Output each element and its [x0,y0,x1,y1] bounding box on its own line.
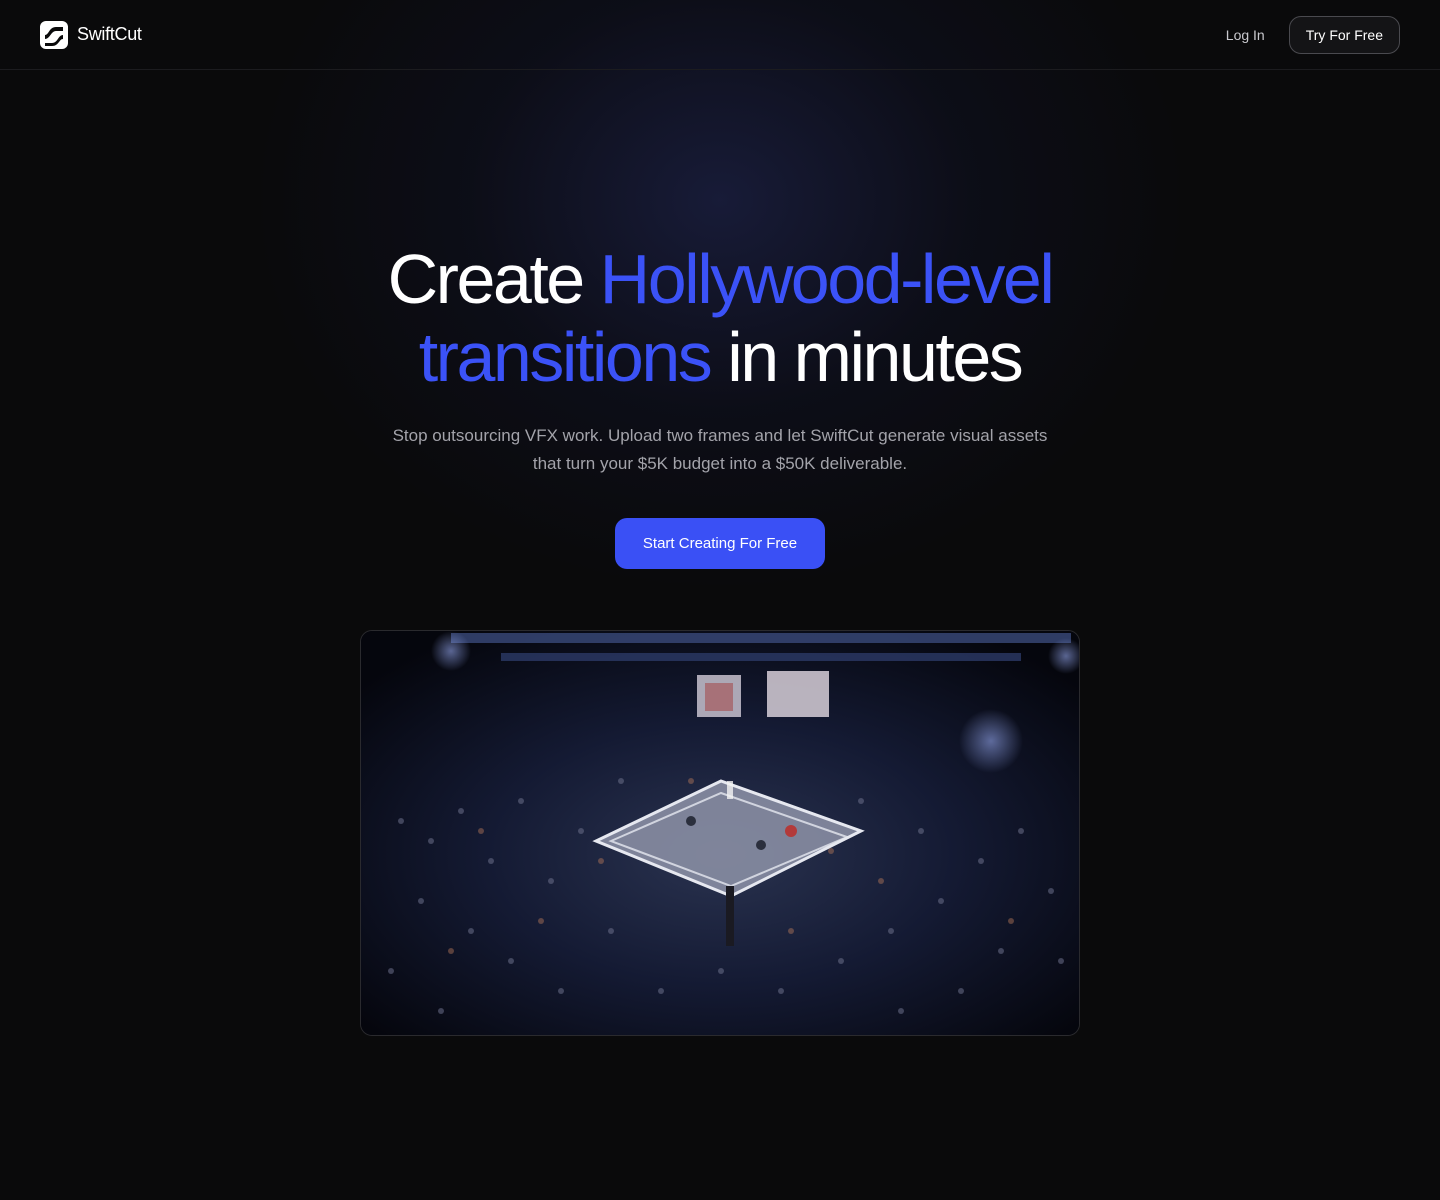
hero-title-accent1: Hollywood-level [599,240,1055,318]
brand-name: SwiftCut [77,24,142,44]
start-creating-button[interactable]: Start Creating For Free [614,518,826,569]
brand-link[interactable]: SwiftCut [40,20,142,49]
hero-section: Create Hollywood-level transitions in mi… [0,240,1440,569]
hero-media [360,630,1080,1036]
top-nav: SwiftCut Log In Try For Free [0,0,1440,70]
swiftcut-logo-icon [40,20,68,49]
hero-title-part1: Create [387,240,600,318]
try-for-free-button[interactable]: Try For Free [1288,15,1400,54]
nav-actions: Log In Try For Free [1226,15,1400,54]
hero-title-part2: in minutes [710,318,1024,396]
hero-subtitle: Stop outsourcing VFX work. Upload two fr… [392,426,1048,473]
hero-title: Create Hollywood-level transitions in mi… [0,240,1440,396]
login-link[interactable]: Log In [1226,27,1265,43]
boxing-arena-image [361,631,1079,1035]
hero-title-accent2: transitions [418,318,713,396]
